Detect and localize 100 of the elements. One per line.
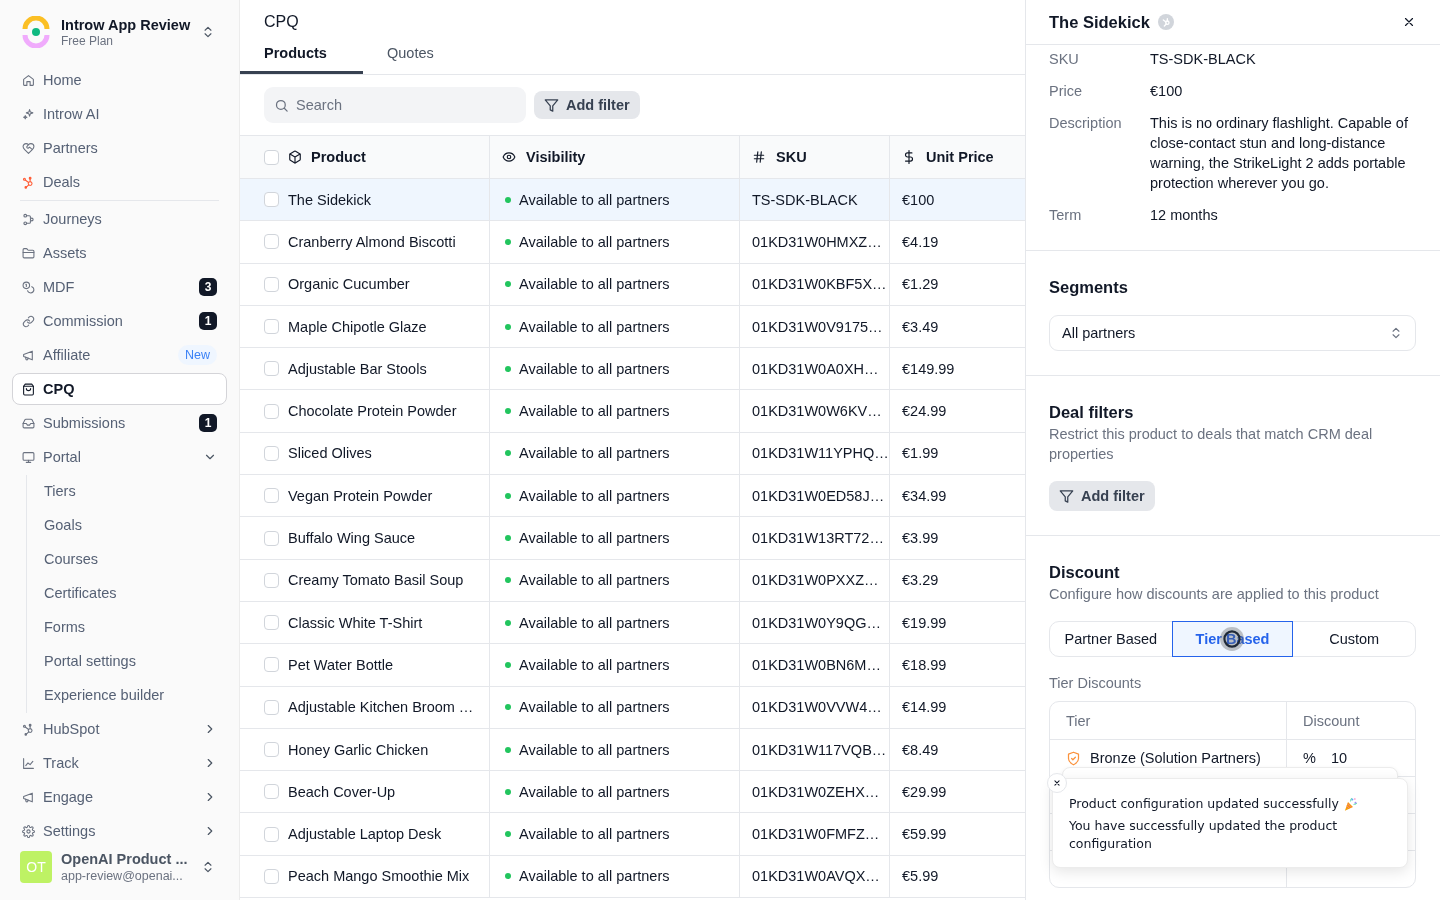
add-filter-button[interactable]: Add filter [1049,481,1155,511]
field-value: €100 [1150,82,1184,101]
row-checkbox[interactable] [264,615,279,631]
toast-message: You have successfully updated the product configuration [1069,817,1339,853]
table-row[interactable]: Cranberry Almond Biscotti Available to all partners 01KD31W0HMXZ… €4.19 [240,221,1025,264]
monitor-icon [22,450,35,464]
close-button[interactable] [1402,15,1416,29]
sku-text: 01KD31W0AVQX… [752,868,880,885]
row-checkbox[interactable] [264,488,279,504]
nav-item[interactable]: Journeys [12,203,227,235]
price-text: €59.99 [902,826,947,843]
megaphone-icon [22,348,35,362]
status-dot-icon [505,704,511,711]
nav-item[interactable]: Partners [12,132,227,164]
discount-value[interactable]: 10 [1330,750,1348,766]
row-checkbox[interactable] [264,445,279,461]
row-checkbox[interactable] [264,361,279,377]
price-text: €4.19 [902,233,939,250]
user-email: app-review@openai... [61,868,184,884]
table-row[interactable]: Vegan Protein Powder Available to all partners 01KD31W0ED58J… €34.99 [240,475,1025,518]
nav-item[interactable]: Experience builder [34,679,227,711]
nav-item[interactable]: Settings [12,815,227,847]
row-checkbox[interactable] [264,530,279,546]
row-checkbox[interactable] [264,784,279,800]
column-header[interactable]: Product [311,149,366,165]
table-row[interactable]: Peach Mango Smoothie Mix Available to all partners 01KD31W0AVQX… €5.99 [240,855,1025,899]
segment-select[interactable]: All partners [1049,315,1416,351]
nav-item[interactable]: Goals [34,509,227,541]
row-checkbox[interactable] [264,699,279,715]
visibility-text: Available to all partners [519,318,670,335]
nav-item[interactable]: CPQ [12,373,227,405]
segmented-option[interactable]: Custom [1293,621,1415,657]
tab[interactable]: Quotes [363,32,486,74]
nav-item[interactable]: Portal [12,441,227,473]
line-chart-icon [22,756,35,770]
table-row[interactable]: Beach Cover-Up Available to all partners 01KD31W0ZEHX… €29.99 [240,771,1025,814]
visibility-text: Available to all partners [519,783,670,800]
segmented-option[interactable]: Partner Based [1050,621,1172,657]
row-checkbox[interactable] [264,826,279,842]
nav-item[interactable]: Home [12,64,227,96]
nav-item[interactable]: Assets [12,237,227,269]
section-title: Discount [1049,562,1121,583]
table-row[interactable]: Creamy Tomato Basil Soup Available to all partners 01KD31W0PXXZ… €3.29 [240,559,1025,602]
nav-item[interactable]: Submissions 1 [12,407,227,439]
tab[interactable]: Products [240,32,363,74]
visibility-text: Available to all partners [519,572,670,589]
sku-text: 01KD31W0HMXZ… [752,233,882,250]
status-dot-icon [505,238,511,245]
column-header[interactable]: Unit Price [926,149,994,165]
table-row[interactable]: Maple Chipotle Glaze Available to all partners 01KD31W0V9175… €3.49 [240,305,1025,349]
row-checkbox[interactable] [264,192,279,208]
status-dot-icon [505,323,511,330]
nav-item[interactable]: Introw AI [12,98,227,130]
nav-item[interactable]: Certificates [34,577,227,609]
row-checkbox[interactable] [264,234,279,250]
table-row[interactable]: Adjustable Bar Stools Available to all partners 01KD31W0A0XH… €149.99 [240,348,1025,391]
table-row[interactable]: Buffalo Wing Sauce Available to all partners 01KD31W13RT72… €3.99 [240,517,1025,560]
nav-item[interactable]: Track [12,747,227,779]
product-name: Vegan Protein Powder [288,487,433,504]
row-checkbox[interactable] [264,403,279,419]
product-name: Beach Cover-Up [288,783,396,800]
nav-item[interactable]: HubSpot [12,713,227,745]
table-row[interactable]: Honey Garlic Chicken Available to all partners 01KD31W117VQB… €8.49 [240,728,1025,772]
row-checkbox[interactable] [264,319,279,335]
table-row[interactable]: Classic White T-Shirt Available to all partners 01KD31W0Y9QG… €19.99 [240,601,1025,645]
nav-item[interactable]: Portal settings [34,645,227,677]
table-row[interactable]: Pet Water Bottle Available to all partners 01KD31W0BN6M… €18.99 [240,644,1025,687]
row-checkbox[interactable] [264,572,279,588]
nav-item[interactable]: Courses [34,543,227,575]
nav-item[interactable]: Deals [12,166,227,198]
nav-item[interactable]: Tiers [34,475,227,507]
nav-item[interactable]: MDF 3 [12,271,227,303]
eye-icon [502,150,516,164]
table-row[interactable]: Adjustable Laptop Desk Available to all partners 01KD31W0FMFZ… €59.99 [240,813,1025,856]
shopping-bag-icon [22,382,35,396]
nav-item[interactable]: Forms [34,611,227,643]
nav-item[interactable]: Engage [12,781,227,813]
row-checkbox[interactable] [264,742,279,757]
select-all-checkbox[interactable] [264,149,279,165]
price-text: €3.49 [902,318,939,335]
toast-title: Product configuration updated successfully [1069,795,1339,813]
row-checkbox[interactable] [264,657,279,673]
nav-item[interactable]: Commission 1 [12,305,227,337]
table-row[interactable]: Sliced Olives Available to all partners 01KD31W11YPHQ… €1.99 [240,432,1025,476]
table-row[interactable]: Organic Cucumber Available to all partners 01KD31W0KBF5X… €1.29 [240,263,1025,306]
price-text: €100 [902,191,935,208]
nav-item[interactable]: Affiliate New [12,339,227,371]
column-header[interactable]: Visibility [526,149,586,165]
row-checkbox[interactable] [264,276,279,292]
table-row[interactable]: The Sidekick Available to all partners TS-SDK-BLACK €100 [240,179,1025,222]
table-row[interactable]: Chocolate Protein Powder Available to all partners 01KD31W0W6KV… €24.99 [240,390,1025,433]
price-text: €5.99 [902,868,939,885]
column-header[interactable]: SKU [776,149,807,165]
add-filter-button[interactable]: Add filter [534,91,640,119]
sku-text: 01KD31W0V9175… [752,318,883,335]
row-checkbox[interactable] [264,868,279,884]
search-field[interactable]: Search [264,87,526,123]
status-dot-icon [505,365,511,372]
table-row[interactable]: Adjustable Kitchen Broom … Available to all partners 01KD31W0VVW4… €14.99 [240,686,1025,729]
product-name: Pet Water Bottle [288,656,394,673]
